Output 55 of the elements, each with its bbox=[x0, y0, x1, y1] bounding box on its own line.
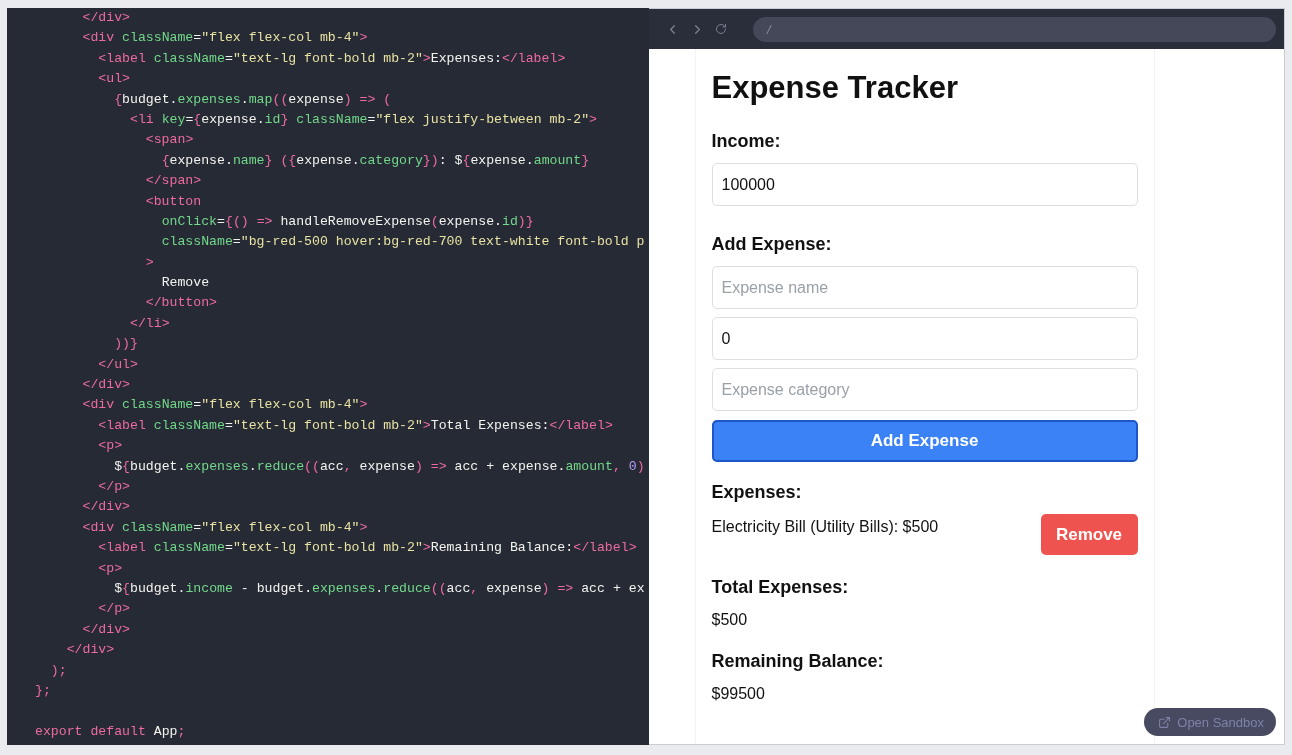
app-title: Expense Tracker bbox=[711, 69, 959, 107]
code-line: <label className="text-lg font-bold mb-2">Expenses:</label> bbox=[97, 49, 567, 68]
income-field[interactable]: 100000 bbox=[711, 163, 1138, 206]
code-line: </p> bbox=[97, 600, 131, 619]
code-line: </div> bbox=[81, 498, 131, 517]
remaining-balance-label: Remaining Balance: bbox=[711, 650, 885, 673]
code-line: </div> bbox=[81, 9, 131, 27]
remove-button[interactable]: Remove bbox=[1040, 514, 1138, 555]
income-label: Income: bbox=[711, 130, 782, 153]
input-field[interactable]: Expense name bbox=[711, 266, 1138, 309]
code-line: </li> bbox=[128, 314, 171, 333]
code-line: </div> bbox=[65, 641, 116, 660]
code-line: </p> bbox=[97, 478, 131, 496]
code-line: <button bbox=[144, 192, 203, 211]
code-line: </div> bbox=[81, 620, 131, 639]
code-line: ); bbox=[49, 661, 68, 680]
code-line: {budget.expenses.map((expense) => ( bbox=[113, 90, 393, 109]
address-bar[interactable]: / bbox=[753, 16, 1276, 42]
remaining-balance-value: $99500 bbox=[711, 684, 766, 704]
add-expense-button[interactable]: Add Expense bbox=[711, 420, 1138, 462]
code-line: className="bg-red-500 hover:bg-red-700 text-white font-bold p bbox=[160, 233, 646, 252]
code-line: ${budget.income - budget.expenses.reduce((acc, expense) => acc + ex bbox=[113, 579, 646, 598]
code-line: </ul> bbox=[97, 355, 139, 374]
code-line: ))} bbox=[113, 335, 139, 354]
code-line: > bbox=[144, 253, 155, 272]
code-line: </span> bbox=[144, 172, 203, 191]
reload-icon bbox=[715, 23, 727, 35]
expenses-label: Expenses: bbox=[711, 481, 803, 504]
code-line: <div className="flex flex-col mb-4"> bbox=[81, 518, 369, 537]
code-line: <p> bbox=[97, 559, 124, 578]
total-expenses-value: $500 bbox=[711, 610, 749, 630]
code-line: </button> bbox=[144, 294, 219, 313]
code-line: <ul> bbox=[97, 70, 131, 89]
code-line: {expense.name} ({expense.category}): ${expense.amount} bbox=[160, 151, 591, 170]
input-field[interactable]: 0 bbox=[711, 317, 1138, 360]
code-line: <div className="flex flex-col mb-4"> bbox=[81, 29, 369, 48]
code-line: }; bbox=[35, 681, 52, 700]
input-field[interactable]: Expense category bbox=[711, 368, 1138, 411]
open-sandbox-button[interactable]: Open Sandbox bbox=[1144, 708, 1276, 736]
code-line: <label className="text-lg font-bold mb-2">Remaining Balance:</label> bbox=[97, 539, 638, 558]
code-line: <label className="text-lg font-bold mb-2">Total Expenses:</label> bbox=[97, 416, 614, 435]
code-line: <p> bbox=[97, 437, 124, 456]
add-expense-label: Add Expense: bbox=[711, 233, 833, 256]
code-line: <div className="flex flex-col mb-4"> bbox=[81, 396, 369, 415]
code-line: <li key={expense.id} className="flex justify-between mb-2"> bbox=[128, 110, 598, 129]
total-expenses-label: Total Expenses: bbox=[711, 576, 850, 599]
code-line: </div> bbox=[81, 376, 131, 395]
code-line: export default App; bbox=[35, 722, 187, 741]
code-line: onClick={() => handleRemoveExpense(expense.id)} bbox=[160, 212, 535, 231]
code-line: ${budget.expenses.reduce((acc, expense) => acc + expense.amount, 0) bbox=[113, 457, 646, 476]
expense-item-text: Electricity Bill (Utility Bills): $500 bbox=[711, 517, 939, 537]
code-line: <span> bbox=[144, 131, 195, 150]
code-line: Remove bbox=[160, 274, 211, 293]
external-link-icon bbox=[1158, 715, 1172, 729]
reload-button[interactable] bbox=[713, 21, 729, 37]
